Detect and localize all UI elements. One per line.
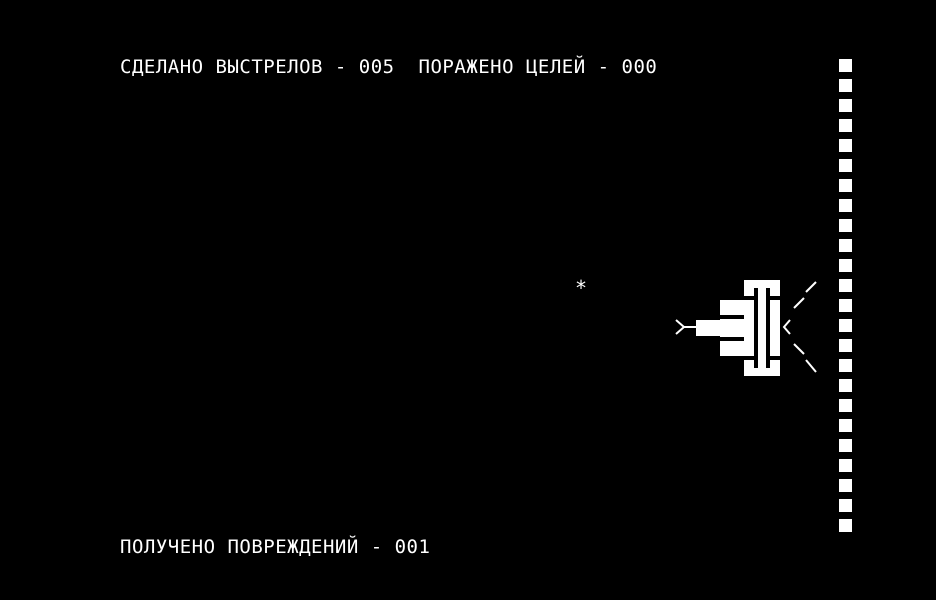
wall-block-icon — [839, 179, 852, 192]
wall-block-icon — [839, 159, 852, 172]
damage-separator: - — [358, 536, 395, 558]
wall-block-icon — [839, 479, 852, 492]
projectile-star-icon: * — [575, 276, 588, 300]
ship-exhaust-icon — [782, 281, 817, 373]
wall-block-icon — [839, 199, 852, 212]
wall-block-icon — [839, 259, 852, 272]
wall-block-icon — [839, 99, 852, 112]
wall-block-icon — [839, 319, 852, 332]
wall-block-icon — [839, 519, 852, 532]
hits-label: ПОРАЖЕНО ЦЕЛЕЙ — [418, 56, 586, 78]
wall-block-icon — [839, 439, 852, 452]
wall-block-icon — [839, 339, 852, 352]
right-wall — [839, 59, 853, 539]
bottom-stats: ПОЛУЧЕНО ПОВРЕЖДЕНИЙ - 001 — [120, 537, 430, 557]
wall-block-icon — [839, 59, 852, 72]
ship-body — [720, 300, 746, 356]
ship-frame — [744, 280, 780, 376]
wall-block-icon — [839, 379, 852, 392]
wall-block-icon — [839, 359, 852, 372]
wall-block-icon — [839, 299, 852, 312]
damage-label: ПОЛУЧЕНО ПОВРЕЖДЕНИЙ — [120, 536, 359, 558]
wall-block-icon — [839, 219, 852, 232]
top-stats: СДЕЛАНО ВЫСТРЕЛОВ - 005 ПОРАЖЕНО ЦЕЛЕЙ -… — [120, 57, 657, 77]
game-screen: СДЕЛАНО ВЫСТРЕЛОВ - 005 ПОРАЖЕНО ЦЕЛЕЙ -… — [0, 0, 936, 600]
ship-nose-icon — [675, 319, 696, 335]
wall-block-icon — [839, 119, 852, 132]
damage-value: 001 — [394, 536, 431, 558]
hits-separator: - — [585, 56, 622, 78]
wall-block-icon — [839, 279, 852, 292]
player-ship-icon — [0, 0, 936, 600]
wall-block-icon — [839, 139, 852, 152]
wall-block-icon — [839, 399, 852, 412]
shots-separator: - — [322, 56, 359, 78]
shots-value: 005 — [358, 56, 395, 78]
wall-block-icon — [839, 79, 852, 92]
hits-value: 000 — [621, 56, 658, 78]
wall-block-icon — [839, 239, 852, 252]
ship-barrel — [696, 320, 746, 336]
wall-block-icon — [839, 459, 852, 472]
wall-block-icon — [839, 419, 852, 432]
wall-block-icon — [839, 499, 852, 512]
shots-label: СДЕЛАНО ВЫСТРЕЛОВ — [120, 56, 323, 78]
